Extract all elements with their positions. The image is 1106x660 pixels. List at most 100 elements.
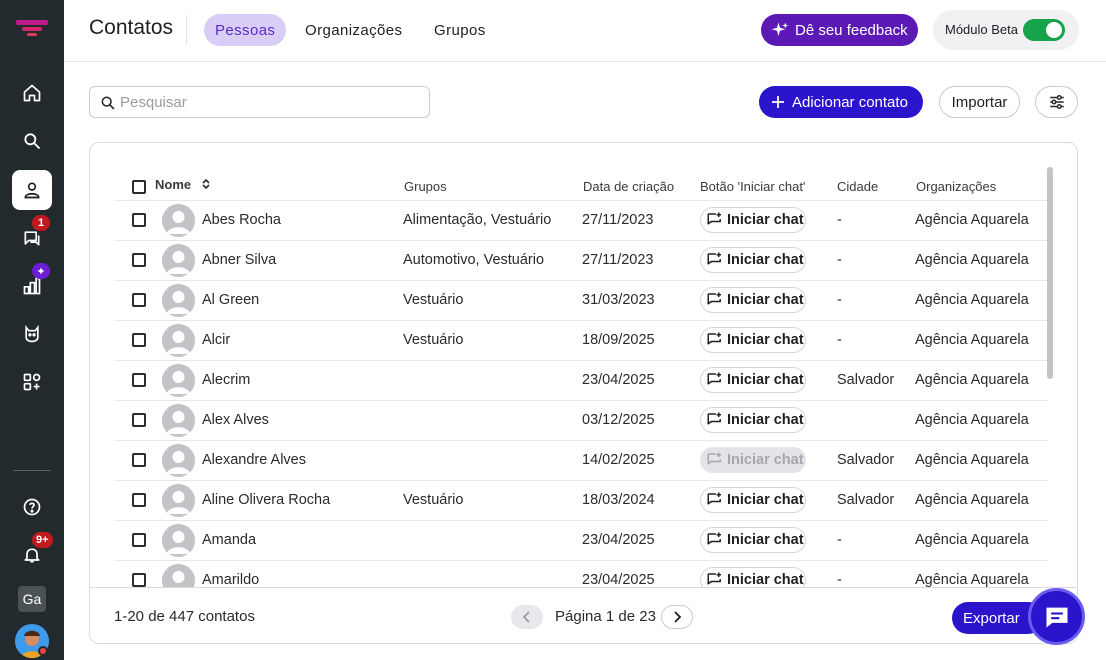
col-nome-label: Nome [155,177,192,192]
contact-avatar [162,524,195,557]
contact-org[interactable]: Agência Aquarela [915,532,1029,548]
row-checkbox[interactable] [132,213,146,227]
tab-grupos[interactable]: Grupos [423,14,497,46]
col-data-criacao: Data de criação [583,179,675,194]
contact-city: - [837,212,842,228]
import-button[interactable]: Importar [939,86,1020,118]
contact-city: Salvador [837,492,895,508]
row-checkbox[interactable] [132,533,146,547]
contact-name[interactable]: Alex Alves [202,412,269,428]
contact-org[interactable]: Agência Aquarela [915,212,1029,228]
contact-name[interactable]: Abner Silva [202,252,276,268]
start-chat-label: Iniciar chat [727,212,804,228]
next-page-button[interactable] [661,605,693,629]
table-row[interactable]: Aline Olivera Rocha Vestuário 18/03/2024 In… [114,480,1048,520]
table-row[interactable]: Alexandre Alves 14/02/2025 Iniciar chat Sal… [114,440,1048,480]
contact-name[interactable]: Alecrim [202,372,250,388]
search-input[interactable] [120,88,420,116]
chat-add-icon [706,411,724,429]
table-header: Nome Grupos Data de criação Botão 'Inici… [114,173,1048,201]
start-chat-button[interactable]: Iniciar chat [700,327,806,353]
row-checkbox[interactable] [132,373,146,387]
table-scrollbar[interactable] [1047,167,1053,379]
contact-name[interactable]: Aline Olivera Rocha [202,492,330,508]
contact-org[interactable]: Agência Aquarela [915,332,1029,348]
row-checkbox[interactable] [132,453,146,467]
contact-avatar [162,484,195,517]
start-chat-button[interactable]: Iniciar chat [700,407,806,433]
start-chat-button[interactable]: Iniciar chat [700,287,806,313]
sort-icon [202,178,210,190]
contact-name[interactable]: Al Green [202,292,259,308]
row-checkbox[interactable] [132,253,146,267]
contact-name[interactable]: Alexandre Alves [202,452,306,468]
contact-avatar [162,444,195,477]
reports-icon [23,277,41,295]
chat-add-icon [706,291,724,309]
start-chat-button[interactable]: Iniciar chat [700,207,806,233]
count-text: 1-20 de 447 contatos [114,608,255,625]
start-chat-label: Iniciar chat [727,532,804,548]
table-body: Abes Rocha Alimentação, Vestuário 27/11/20… [114,200,1048,600]
contact-org[interactable]: Agência Aquarela [915,412,1029,428]
support-chat-button[interactable] [1028,588,1085,645]
sidebar-item-search[interactable] [12,121,52,161]
start-chat-label: Iniciar chat [727,412,804,428]
contact-created: 31/03/2023 [582,292,655,308]
sidebar-item-apps[interactable] [12,362,52,402]
table-row[interactable]: Amanda 23/04/2025 Iniciar chat - Agência Aqu… [114,520,1048,560]
contact-org[interactable]: Agência Aquarela [915,452,1029,468]
add-contact-button[interactable]: Adicionar contato [759,86,923,118]
row-checkbox[interactable] [132,493,146,507]
start-chat-button[interactable]: Iniciar chat [700,487,806,513]
contact-created: 27/11/2023 [582,212,654,228]
contact-org[interactable]: Agência Aquarela [915,292,1029,308]
chevron-left-icon [522,611,530,623]
sliders-icon [1049,94,1064,110]
contact-created: 18/03/2024 [582,492,655,508]
beta-toggle[interactable] [1023,19,1065,41]
feedback-button[interactable]: Dê seu feedback [761,14,918,46]
col-grupos: Grupos [404,179,447,194]
contact-org[interactable]: Agência Aquarela [915,252,1029,268]
start-chat-label: Iniciar chat [727,372,804,388]
chat-add-icon [706,371,724,389]
sidebar-item-contacts[interactable] [12,170,52,210]
contact-created: 27/11/2023 [582,252,654,268]
contact-avatar [162,404,195,437]
contact-name[interactable]: Amarildo [202,572,259,588]
table-row[interactable]: Al Green Vestuário 31/03/2023 Iniciar chat -… [114,280,1048,320]
row-checkbox[interactable] [132,573,146,587]
row-checkbox[interactable] [132,333,146,347]
sidebar-item-help[interactable] [12,487,52,527]
sidebar-item-home[interactable] [12,73,52,113]
select-all-checkbox[interactable] [132,180,146,194]
table-row[interactable]: Abes Rocha Alimentação, Vestuário 27/11/20… [114,200,1048,240]
contact-name[interactable]: Alcir [202,332,230,348]
start-chat-button[interactable]: Iniciar chat [700,367,806,393]
table-row[interactable]: Abner Silva Automotivo, Vestuário 27/11/20… [114,240,1048,280]
table-row[interactable]: Alecrim 23/04/2025 Iniciar chat Salvador Agê… [114,360,1048,400]
sidebar-item-bot[interactable] [12,314,52,354]
filter-settings-button[interactable] [1035,86,1078,118]
row-checkbox[interactable] [132,293,146,307]
add-contact-label: Adicionar contato [792,93,908,111]
col-nome[interactable]: Nome [155,177,211,192]
table-row[interactable]: Alex Alves 03/12/2025 Iniciar chat Agência … [114,400,1048,440]
contact-org[interactable]: Agência Aquarela [915,372,1029,388]
bell-icon [24,548,40,563]
contact-org[interactable]: Agência Aquarela [915,572,1029,588]
tab-pessoas[interactable]: Pessoas [204,14,287,46]
contact-org[interactable]: Agência Aquarela [915,492,1029,508]
start-chat-button[interactable]: Iniciar chat [700,247,806,273]
table-row[interactable]: Alcir Vestuário 18/09/2025 Iniciar chat - Agê… [114,320,1048,360]
start-chat-button[interactable]: Iniciar chat [700,447,806,473]
prev-page-button[interactable] [511,605,543,629]
contact-name[interactable]: Abes Rocha [202,212,281,228]
contact-city: - [837,252,842,268]
start-chat-button[interactable]: Iniciar chat [700,527,806,553]
tab-organizacoes[interactable]: Organizações [294,14,413,46]
row-checkbox[interactable] [132,413,146,427]
contact-name[interactable]: Amanda [202,532,256,548]
workspace-initials[interactable]: Ga [18,586,46,612]
